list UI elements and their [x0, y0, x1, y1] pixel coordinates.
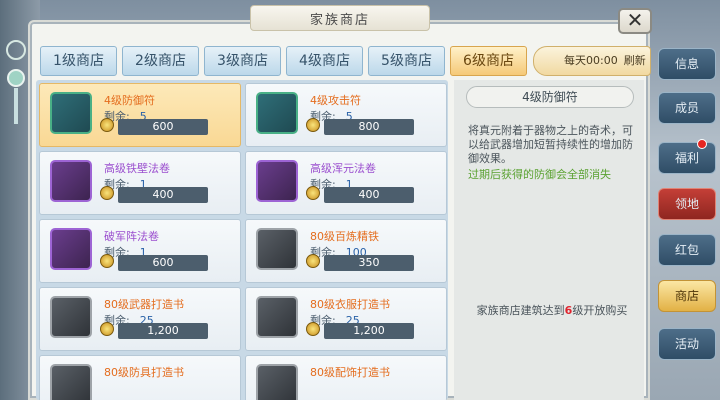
item-card[interactable]: 80级百炼精铁 剩余: 100 350 [245, 219, 447, 283]
item-card[interactable]: 4级攻击符 剩余: 5 800 [245, 83, 447, 147]
coin-icon [100, 254, 114, 268]
tab-level-2-shop[interactable]: 2级商店 [122, 46, 199, 76]
item-card[interactable]: 4级防御符 剩余: 5 600 [39, 83, 241, 147]
coin-icon [100, 322, 114, 336]
item-price: 1,200 [118, 323, 208, 339]
side-item-welfare[interactable]: 福利 [658, 139, 716, 174]
item-card[interactable]: 高级浑元法卷 剩余: 1 400 [245, 151, 447, 215]
refresh-time: 每天00:00 [564, 54, 618, 67]
item-price: 1,200 [324, 323, 414, 339]
coin-icon [306, 254, 320, 268]
side-item-shop[interactable]: 商店 [658, 280, 716, 312]
item-card[interactable]: 80级衣服打造书 剩余: 25 1,200 [245, 287, 447, 351]
book-icon [256, 364, 298, 400]
item-name: 4级防御符 [104, 94, 155, 107]
defense-talisman-icon [50, 92, 92, 134]
item-price: 600 [118, 255, 208, 271]
tab-level-1-shop[interactable]: 1级商店 [40, 46, 117, 76]
coin-icon [306, 186, 320, 200]
side-menu: 信息 成员 福利 领地 红包 商店 活动 [654, 42, 720, 400]
jade-ornament-icon [6, 40, 26, 124]
iron-ore-icon [256, 228, 298, 270]
item-card[interactable]: 80级武器打造书 剩余: 25 1,200 [39, 287, 241, 351]
item-name: 4级攻击符 [310, 94, 361, 107]
side-item-members[interactable]: 成员 [658, 92, 716, 124]
scroll-icon [256, 160, 298, 202]
item-name: 80级武器打造书 [104, 298, 184, 311]
coin-icon [100, 118, 114, 132]
close-button[interactable]: ✕ [618, 8, 652, 34]
item-name: 80级配饰打造书 [310, 366, 390, 379]
detail-description: 将真元附着于器物之上的奇术，可以给武器增加短暂持续性的增加防御效果。 [468, 124, 633, 165]
attack-talisman-icon [256, 92, 298, 134]
item-name: 80级衣服打造书 [310, 298, 390, 311]
book-icon [256, 296, 298, 338]
side-item-red-packet[interactable]: 红包 [658, 234, 716, 266]
refresh-label: 刷新 [623, 54, 646, 67]
side-item-info[interactable]: 信息 [658, 48, 716, 80]
item-name: 破军阵法卷 [104, 230, 159, 243]
shop-level-tabs: 1级商店 2级商店 3级商店 4级商店 5级商店 6级商店 [40, 46, 527, 76]
item-grid: 4级防御符 剩余: 5 600 4级攻击符 剩余: 5 800 高级铁壁法卷 剩余:… [36, 80, 448, 400]
coin-icon [306, 322, 320, 336]
item-price: 350 [324, 255, 414, 271]
tab-level-3-shop[interactable]: 3级商店 [204, 46, 281, 76]
scroll-icon [50, 160, 92, 202]
item-card[interactable]: 破军阵法卷 剩余: 1 600 [39, 219, 241, 283]
tab-level-4-shop[interactable]: 4级商店 [286, 46, 363, 76]
notification-dot-icon [697, 139, 707, 149]
purchase-condition: 家族商店建筑达到6级开放购买 [476, 304, 628, 317]
item-name: 80级防具打造书 [104, 366, 184, 379]
item-detail-panel: 4级防御符 将真元附着于器物之上的奇术，可以给武器增加短暂持续性的增加防御效果。… [454, 80, 644, 400]
side-item-territory[interactable]: 领地 [658, 188, 716, 220]
item-price: 400 [118, 187, 208, 203]
item-card[interactable]: 80级防具打造书 [39, 355, 241, 400]
item-name: 高级浑元法卷 [310, 162, 376, 175]
item-name: 80级百炼精铁 [310, 230, 379, 243]
item-price: 800 [324, 119, 414, 135]
item-name: 高级铁壁法卷 [104, 162, 170, 175]
coin-icon [306, 118, 320, 132]
refresh-timer[interactable]: 每天00:00 刷新 [533, 46, 651, 76]
side-item-events[interactable]: 活动 [658, 328, 716, 360]
item-card[interactable]: 高级铁壁法卷 剩余: 1 400 [39, 151, 241, 215]
detail-title: 4级防御符 [466, 86, 634, 108]
item-price: 400 [324, 187, 414, 203]
item-price: 600 [118, 119, 208, 135]
tab-level-5-shop[interactable]: 5级商店 [368, 46, 445, 76]
book-icon [50, 296, 92, 338]
tab-level-6-shop[interactable]: 6级商店 [450, 46, 527, 76]
detail-note: 过期后获得的防御会全部消失 [468, 168, 611, 181]
book-icon [50, 364, 92, 400]
coin-icon [100, 186, 114, 200]
scroll-icon [50, 228, 92, 270]
item-card[interactable]: 80级配饰打造书 [245, 355, 447, 400]
window-title: 家族商店 [250, 5, 430, 31]
